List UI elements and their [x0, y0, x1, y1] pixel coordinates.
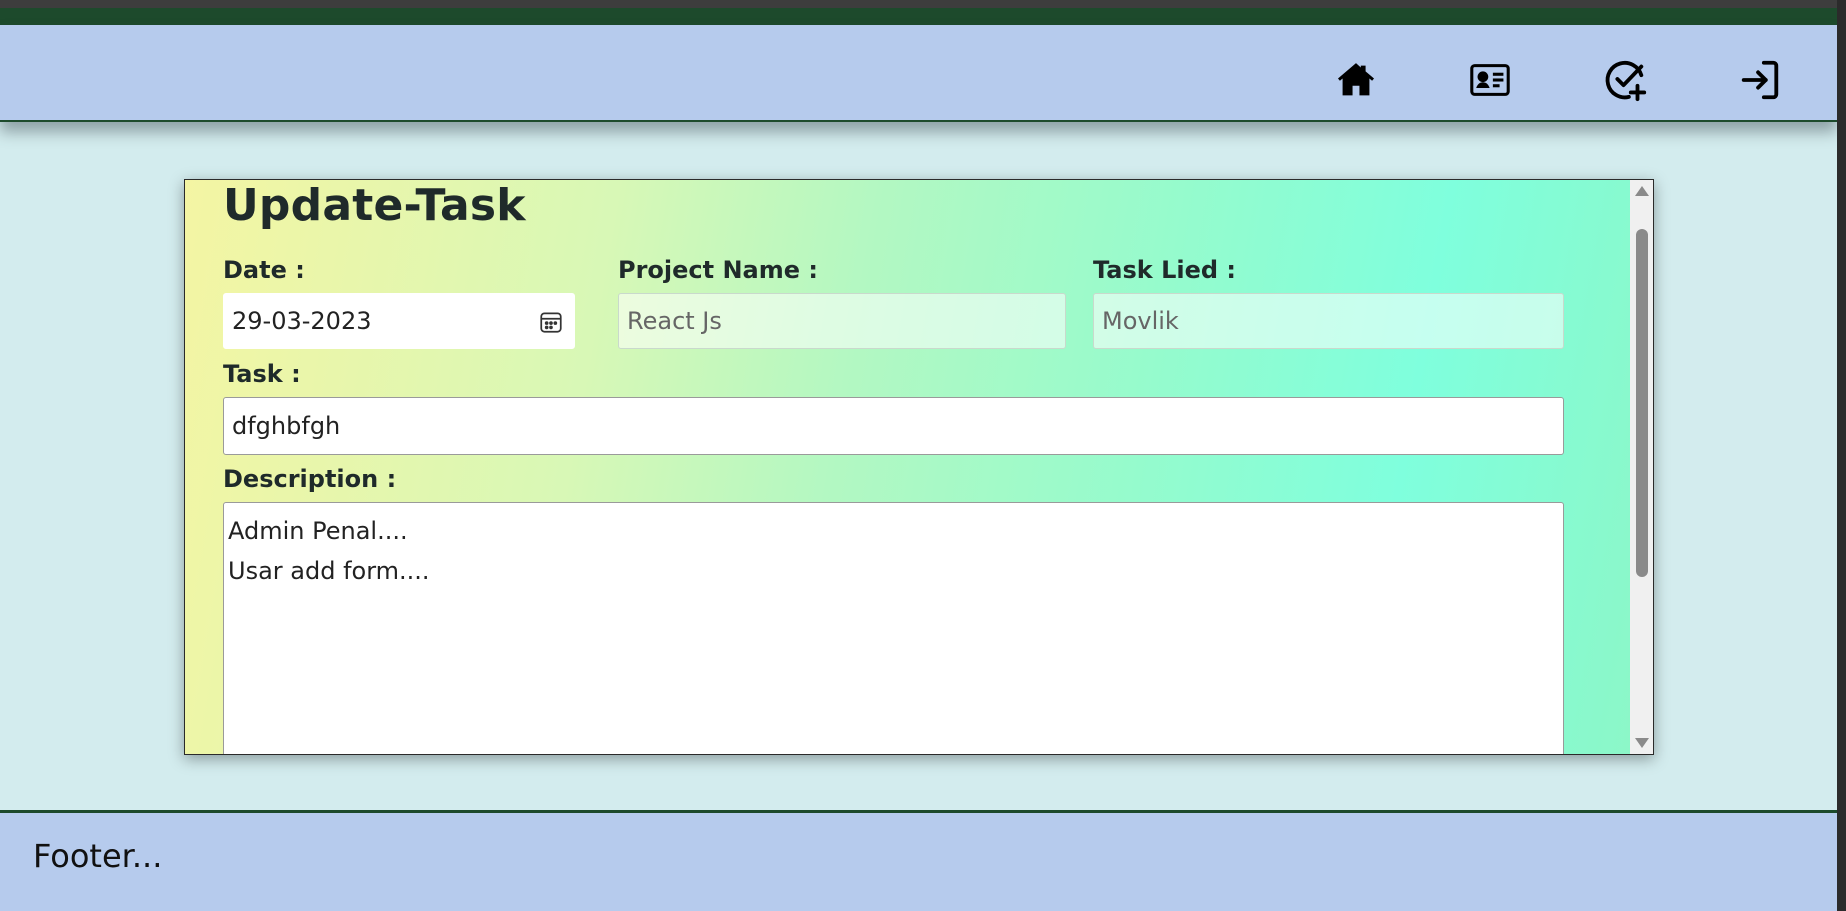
description-line: Usar add form....: [228, 557, 430, 585]
update-task-card: Update-Task Date : 29-03-2023 Project Na…: [184, 179, 1654, 755]
task-lied-label: Task Lied :: [1093, 256, 1237, 284]
home-icon[interactable]: [1333, 57, 1379, 103]
project-name-input[interactable]: React Js: [618, 293, 1066, 349]
update-task-form: Update-Task Date : 29-03-2023 Project Na…: [185, 180, 1630, 754]
project-name-label: Project Name :: [618, 256, 818, 284]
task-label: Task :: [223, 360, 301, 388]
window-edge: [1837, 0, 1846, 911]
project-name-value: React Js: [627, 307, 722, 335]
contact-card-icon[interactable]: [1467, 57, 1513, 103]
scrollbar-thumb[interactable]: [1636, 229, 1648, 577]
scroll-down-icon[interactable]: [1635, 738, 1649, 748]
footer-text: Footer...: [33, 837, 163, 875]
header-nav: [0, 25, 1837, 122]
task-lied-input[interactable]: Movlik: [1093, 293, 1564, 349]
app-viewport: Update-Task Date : 29-03-2023 Project Na…: [0, 0, 1837, 911]
description-label: Description :: [223, 465, 397, 493]
description-line: Admin Penal....: [228, 517, 408, 545]
form-title: Update-Task: [223, 180, 526, 231]
login-icon[interactable]: [1737, 57, 1783, 103]
date-value: 29-03-2023: [232, 307, 372, 335]
task-value: dfghbfgh: [232, 412, 341, 440]
form-scrollbar[interactable]: [1630, 180, 1653, 754]
date-input[interactable]: 29-03-2023: [223, 293, 575, 349]
date-label: Date :: [223, 256, 305, 284]
task-input[interactable]: dfghbfgh: [223, 397, 1564, 455]
add-task-icon[interactable]: [1603, 57, 1649, 103]
top-accent-bar: [0, 8, 1837, 25]
scroll-up-icon[interactable]: [1635, 186, 1649, 196]
browser-top-strip: [0, 0, 1837, 8]
description-textarea[interactable]: Admin Penal.... Usar add form....: [223, 502, 1564, 754]
task-lied-value: Movlik: [1102, 307, 1179, 335]
footer: Footer...: [0, 810, 1837, 911]
calendar-icon[interactable]: [538, 309, 564, 335]
